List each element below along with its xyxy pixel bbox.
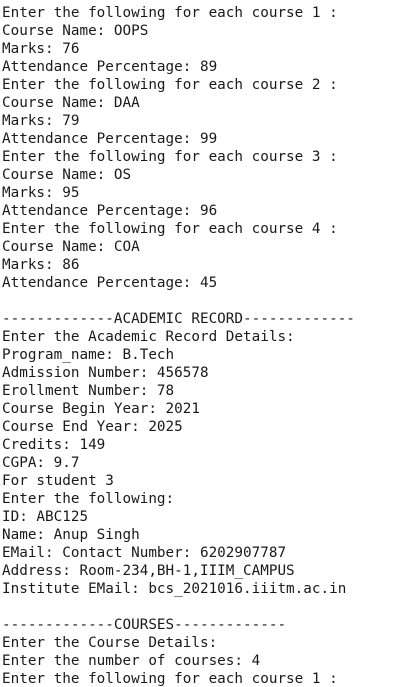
terminal-line: Course End Year: 2025 [2,419,183,435]
terminal-line: Attendance Percentage: 96 [2,203,218,219]
terminal-line: Attendance Percentage: 89 [2,59,218,75]
terminal-line: ID: ABC125 [2,509,89,525]
terminal-line: Enter the following for each course 1 : [2,671,338,687]
terminal-line: Credits: 149 [2,437,106,453]
terminal-line: Attendance Percentage: 99 [2,131,218,147]
terminal-line: Enter the following for each course 4 : [2,221,338,237]
terminal-line: Marks: 76 [2,41,80,57]
terminal-line: Erollment Number: 78 [2,383,175,399]
terminal-line: Enter the following for each course 3 : [2,149,338,165]
terminal-line: Institute EMail: bcs_2021016.iiitm.ac.in [2,581,347,597]
terminal-line: Program_name: B.Tech [2,347,175,363]
terminal-line: For student 3 [2,473,114,489]
terminal-line: Course Begin Year: 2021 [2,401,200,417]
terminal-line: Marks: 95 [2,185,80,201]
terminal-line: Enter the Course Details: [2,635,218,651]
terminal-line: Attendance Percentage: 45 [2,275,218,291]
terminal-line: Address: Room-234,BH-1,IIIM_CAMPUS [2,563,295,579]
terminal-line: Admission Number: 456578 [2,365,209,381]
terminal-line: Name: Anup Singh [2,527,140,543]
terminal-line: Course Name: OOPS [2,23,149,39]
terminal-line: Course Name: COA [2,239,140,255]
terminal-line: Course Name: DAA [2,95,140,111]
terminal-text-area: Enter the following for each course 1 : C… [2,4,355,687]
terminal-line: Course Name: OS [2,167,132,183]
terminal-line: -------------COURSES------------- [2,617,287,633]
terminal-line: EMail: Contact Number: 6202907787 [2,545,287,561]
terminal-line: Marks: 79 [2,113,80,129]
terminal-line: Marks: 86 [2,257,80,273]
terminal-line: CGPA: 9.7 [2,455,80,471]
terminal-line: Enter the following for each course 1 : [2,5,338,21]
terminal-line: Enter the number of courses: 4 [2,653,261,669]
terminal-output[interactable]: Enter the following for each course 1 : C… [0,0,411,687]
terminal-line: Enter the Academic Record Details: [2,329,295,345]
terminal-line: Enter the following: [2,491,175,507]
terminal-line: Enter the following for each course 2 : [2,77,338,93]
terminal-line: -------------ACADEMIC RECORD------------… [2,311,355,327]
